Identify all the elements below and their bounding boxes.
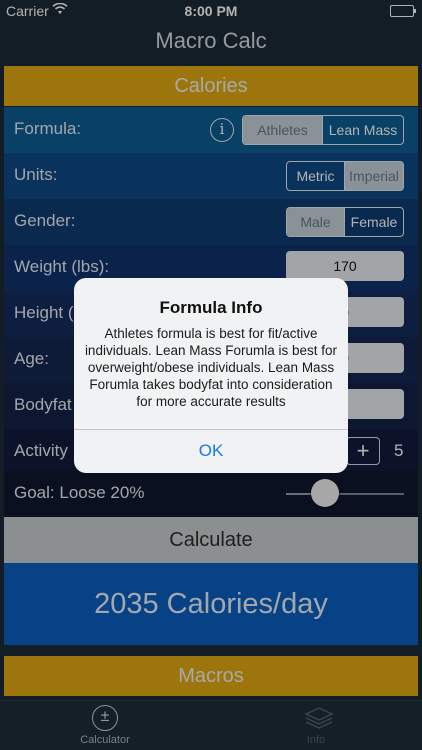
alert-ok-button[interactable]: OK	[74, 429, 348, 473]
alert-title: Formula Info	[159, 298, 263, 317]
formula-info-alert: Formula Info Athletes formula is best fo…	[74, 278, 348, 473]
alert-message: Athletes formula is best for fit/active …	[84, 326, 338, 409]
